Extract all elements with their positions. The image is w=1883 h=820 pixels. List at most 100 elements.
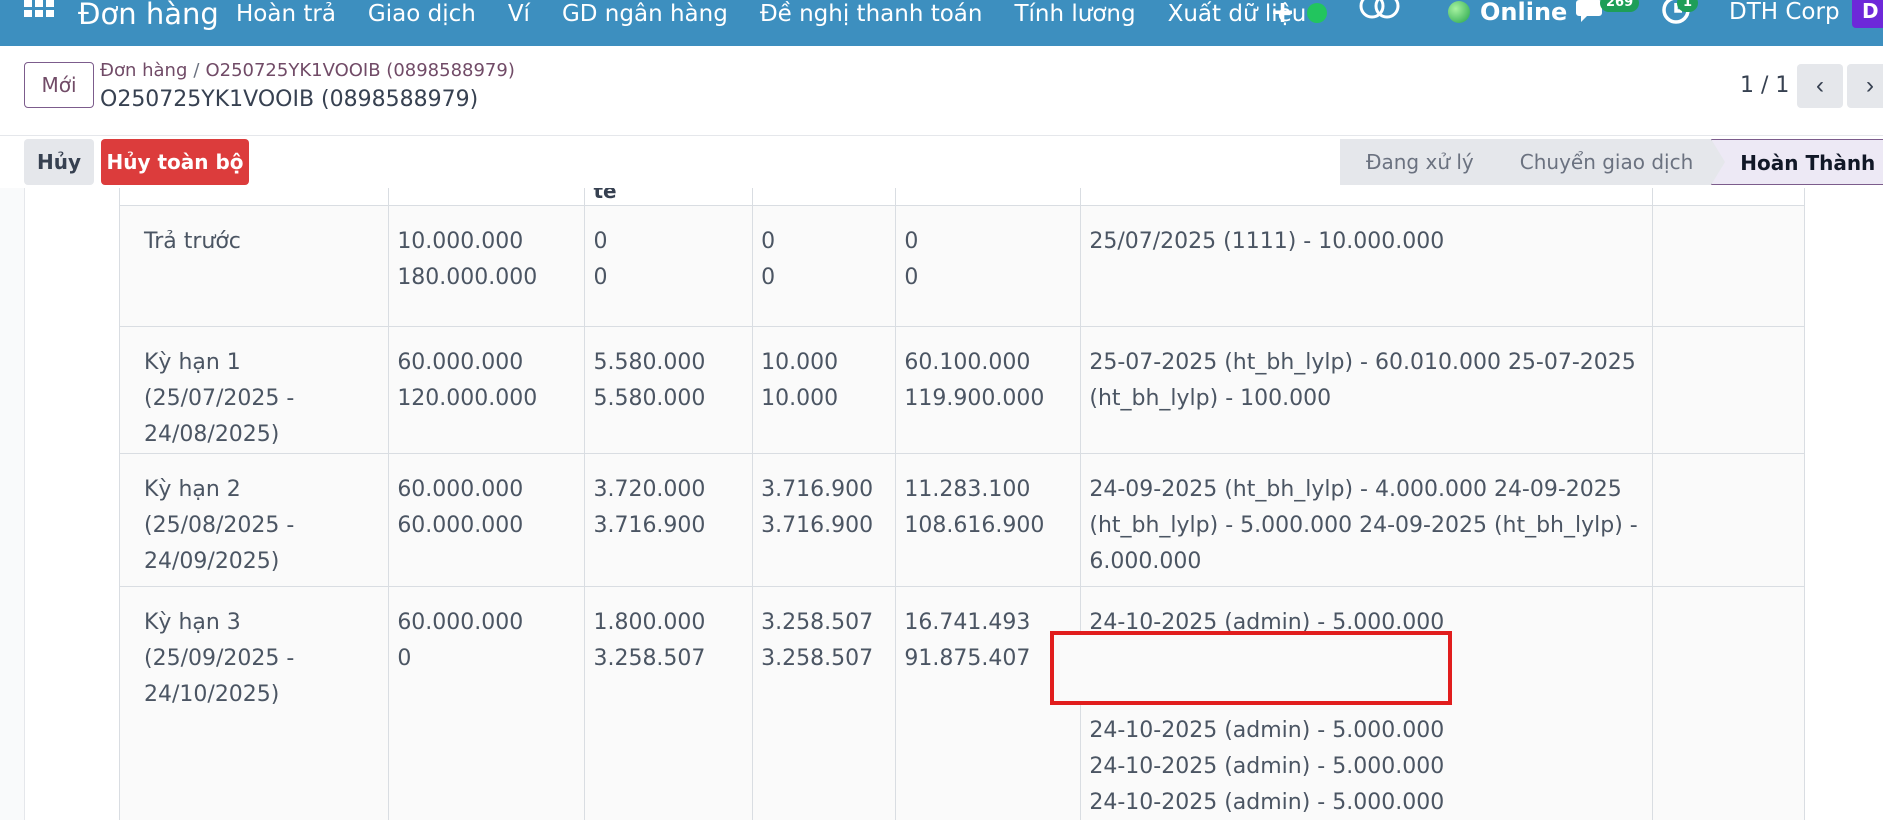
amount-cell: 10.000.000 180.000.000 [388, 205, 586, 327]
online-status-label[interactable]: Online [1480, 0, 1567, 26]
amount-cell: 5.580.000 5.580.000 [584, 326, 754, 454]
table-row[interactable]: Kỳ hạn 1 (25/07/2025 - 24/08/2025) 60.00… [119, 326, 1805, 454]
cell-value: 3.258.507 [761, 610, 874, 635]
payment-history-line: 24-10-2025 (admin) - 5.000.000 [1089, 718, 1445, 743]
control-panel: Mới Đơn hàng / O250725YK1VOOIB (0898588979… [0, 46, 1883, 136]
amount-cell: 00 [895, 205, 1082, 327]
status-step-completed[interactable]: Hoàn Thành [1711, 139, 1883, 185]
header-cell [119, 188, 390, 206]
app-name[interactable]: Đơn hàng [78, 0, 219, 30]
header-label-fragment: tế [593, 188, 617, 203]
amount-cell: 10.000 10.000 [752, 326, 897, 454]
cell-value: 3.258.507 [761, 646, 874, 671]
breadcrumb-current[interactable]: O250725YK1VOOIB (0898588979) [205, 60, 514, 81]
toggle-icon[interactable] [1358, 0, 1402, 20]
table-row[interactable]: Kỳ hạn 3 (25/09/2025 - 24/10/2025) 60.00… [119, 586, 1805, 820]
status-bar: Đang xử lý Chuyển giao dịch Hoàn Thành [1340, 139, 1883, 185]
payment-history-line: 24-10-2025 (admin) - 5.000.000 [1089, 754, 1445, 779]
empty-cell [1651, 205, 1805, 327]
cell-value: 0 [761, 229, 776, 254]
apps-grid-icon[interactable] [24, 0, 58, 26]
user-avatar[interactable]: D [1852, 0, 1883, 28]
pager-next-button[interactable]: › [1847, 64, 1883, 108]
empty-cell [1651, 453, 1805, 587]
period-label: Kỳ hạn 3 (25/09/2025 - 24/10/2025) [144, 610, 295, 707]
company-switcher[interactable]: DTH Corp [1729, 0, 1840, 26]
cell-value: 16.741.493 [904, 610, 1031, 635]
cell-value: 3.716.900 [761, 513, 874, 538]
payment-history-text: 25/07/2025 (1111) - 10.000.000 [1089, 229, 1445, 254]
top-navbar: Đơn hàng Hoàn trả Giao dịch Ví GD ngân h… [0, 0, 1883, 46]
breadcrumb-separator: / [193, 60, 200, 81]
cell-value: 180.000.000 [397, 265, 538, 290]
header-cell [895, 188, 1082, 206]
cell-value: 119.900.000 [904, 386, 1045, 411]
menu-item-wallet[interactable]: Ví [508, 0, 530, 28]
amount-cell: 60.000.000 60.000.000 [388, 453, 586, 587]
menu-item-payment-requests[interactable]: Đề nghị thanh toán [760, 0, 983, 28]
cell-value: 5.580.000 [593, 350, 706, 375]
cell-value: 11.283.100 [904, 477, 1031, 502]
messages-count-badge: 269 [1600, 0, 1640, 12]
pager-previous-button[interactable]: ‹ [1797, 64, 1843, 108]
table-row[interactable]: Trả trước 10.000.000 180.000.000 00 00 00… [119, 205, 1805, 327]
status-step-processing[interactable]: Đang xử lý [1340, 139, 1506, 185]
table-row[interactable]: Kỳ hạn 2 (25/08/2025 - 24/09/2025) 60.00… [119, 453, 1805, 587]
payment-history-cell: 25/07/2025 (1111) - 10.000.000 [1080, 205, 1653, 327]
breadcrumb: Đơn hàng / O250725YK1VOOIB (0898588979) [100, 60, 515, 82]
cell-value: 0 [904, 265, 919, 290]
installment-table: tế Trả trước 10.000.000 180.000.000 00 00… [119, 188, 1805, 820]
cell-value: 0 [904, 229, 919, 254]
period-label: Kỳ hạn 1 (25/07/2025 - 24/08/2025) [144, 350, 295, 447]
status-step-transfer[interactable]: Chuyển giao dịch [1491, 139, 1725, 185]
menu-item-returns[interactable]: Hoàn trả [236, 0, 336, 28]
status-dot-icon[interactable] [1307, 3, 1327, 23]
cell-value: 10.000 [761, 386, 839, 411]
empty-cell [1651, 326, 1805, 454]
header-cell [752, 188, 897, 206]
table-header-row: tế [119, 188, 1805, 206]
cancel-button[interactable]: Hủy [24, 139, 94, 185]
online-status-icon[interactable] [1448, 1, 1470, 23]
period-label: Kỳ hạn 2 (25/08/2025 - 24/09/2025) [144, 477, 295, 574]
cell-value: 3.716.900 [593, 513, 706, 538]
header-cell [1651, 188, 1805, 206]
empty-cell [1651, 586, 1805, 820]
header-cell [388, 188, 586, 206]
record-title: O250725YK1VOOIB (0898588979) [100, 87, 479, 112]
period-cell: Kỳ hạn 2 (25/08/2025 - 24/09/2025) [119, 453, 390, 587]
installment-table-container: tế Trả trước 10.000.000 180.000.000 00 00… [119, 188, 1805, 820]
cell-value: 0 [593, 229, 608, 254]
cell-value: 0 [397, 646, 412, 671]
cell-value: 91.875.407 [904, 646, 1031, 671]
cell-value: 60.100.000 [904, 350, 1031, 375]
period-label: Trả trước [144, 229, 241, 254]
cell-value: 108.616.900 [904, 513, 1045, 538]
cell-value: 3.716.900 [761, 477, 874, 502]
header-cell [1080, 188, 1653, 206]
menu-item-transactions[interactable]: Giao dịch [368, 0, 476, 28]
plus-icon[interactable]: + [1270, 0, 1295, 28]
period-cell: Trả trước [119, 205, 390, 327]
payment-history-text: 25-07-2025 (ht_bh_lylp) - 60.010.000 25-… [1089, 350, 1636, 411]
navbar-systray: + Online 269 1 DTH Corp D [1270, 0, 1883, 28]
cell-value: 1.800.000 [593, 610, 706, 635]
payment-history-cell: 25-07-2025 (ht_bh_lylp) - 60.010.000 25-… [1080, 326, 1653, 454]
cancel-all-button[interactable]: Hủy toàn bộ [101, 139, 249, 185]
main-menu: Hoàn trả Giao dịch Ví GD ngân hàng Đề ng… [236, 0, 1338, 28]
cell-value: 60.000.000 [397, 513, 524, 538]
cell-value: 10.000 [761, 350, 839, 375]
form-sheet: tế Trả trước 10.000.000 180.000.000 00 00… [24, 188, 1883, 820]
breadcrumb-parent-link[interactable]: Đơn hàng [100, 60, 187, 81]
new-button[interactable]: Mới [24, 62, 94, 108]
cell-value: 3.258.507 [593, 646, 706, 671]
cell-value: 0 [761, 265, 776, 290]
highlight-annotation-box [1050, 631, 1452, 705]
payment-history-text: 24-09-2025 (ht_bh_lylp) - 4.000.000 24-0… [1089, 477, 1638, 574]
period-cell: Kỳ hạn 1 (25/07/2025 - 24/08/2025) [119, 326, 390, 454]
cell-value: 120.000.000 [397, 386, 538, 411]
pager-value[interactable]: 1 / 1 [1740, 72, 1789, 100]
menu-item-payroll[interactable]: Tính lương [1014, 0, 1135, 28]
cell-value: 0 [593, 265, 608, 290]
menu-item-bank-transactions[interactable]: GD ngân hàng [562, 0, 728, 28]
